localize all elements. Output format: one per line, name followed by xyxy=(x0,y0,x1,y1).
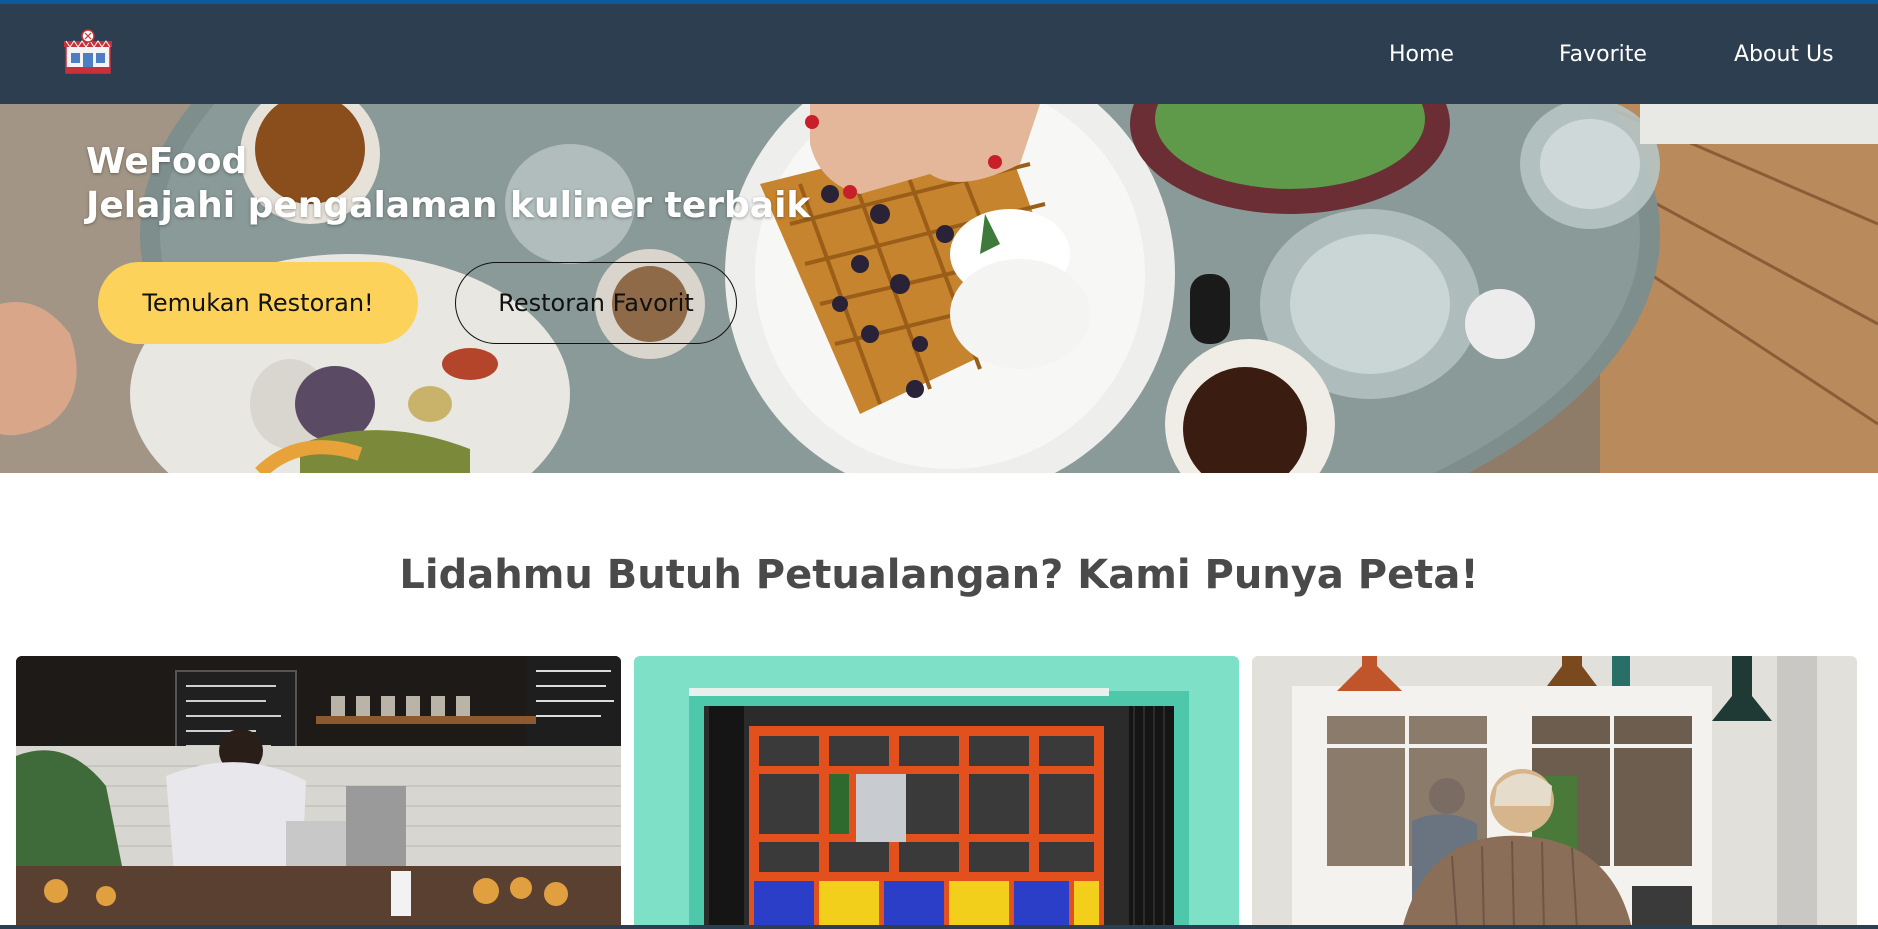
hero-title: WeFood Jelajahi pengalaman kuliner terba… xyxy=(86,140,810,228)
hero-tagline: Jelajahi pengalaman kuliner terbaik xyxy=(86,185,811,226)
navbar: Home Favorite About Us xyxy=(0,4,1878,104)
nav-favorite-link[interactable]: Favorite xyxy=(1559,42,1647,67)
favorite-restaurant-button[interactable]: Restoran Favorit xyxy=(455,262,737,344)
section-heading: Lidahmu Butuh Petualangan? Kami Punya Pe… xyxy=(399,552,1479,598)
restaurant-building-icon[interactable] xyxy=(62,29,114,75)
restaurant-card-image-1[interactable] xyxy=(16,656,621,929)
nav-about-us-link[interactable]: About Us xyxy=(1734,42,1834,67)
hero-banner: WeFood Jelajahi pengalaman kuliner terba… xyxy=(0,104,1878,473)
brand-name: WeFood xyxy=(86,141,248,182)
restaurant-card-image-3[interactable] xyxy=(1252,656,1857,929)
page-bottom-edge xyxy=(0,925,1878,929)
restaurant-card-image-2[interactable] xyxy=(634,656,1239,929)
find-restaurant-button[interactable]: Temukan Restoran! xyxy=(98,262,418,344)
nav-home-link[interactable]: Home xyxy=(1389,42,1454,67)
